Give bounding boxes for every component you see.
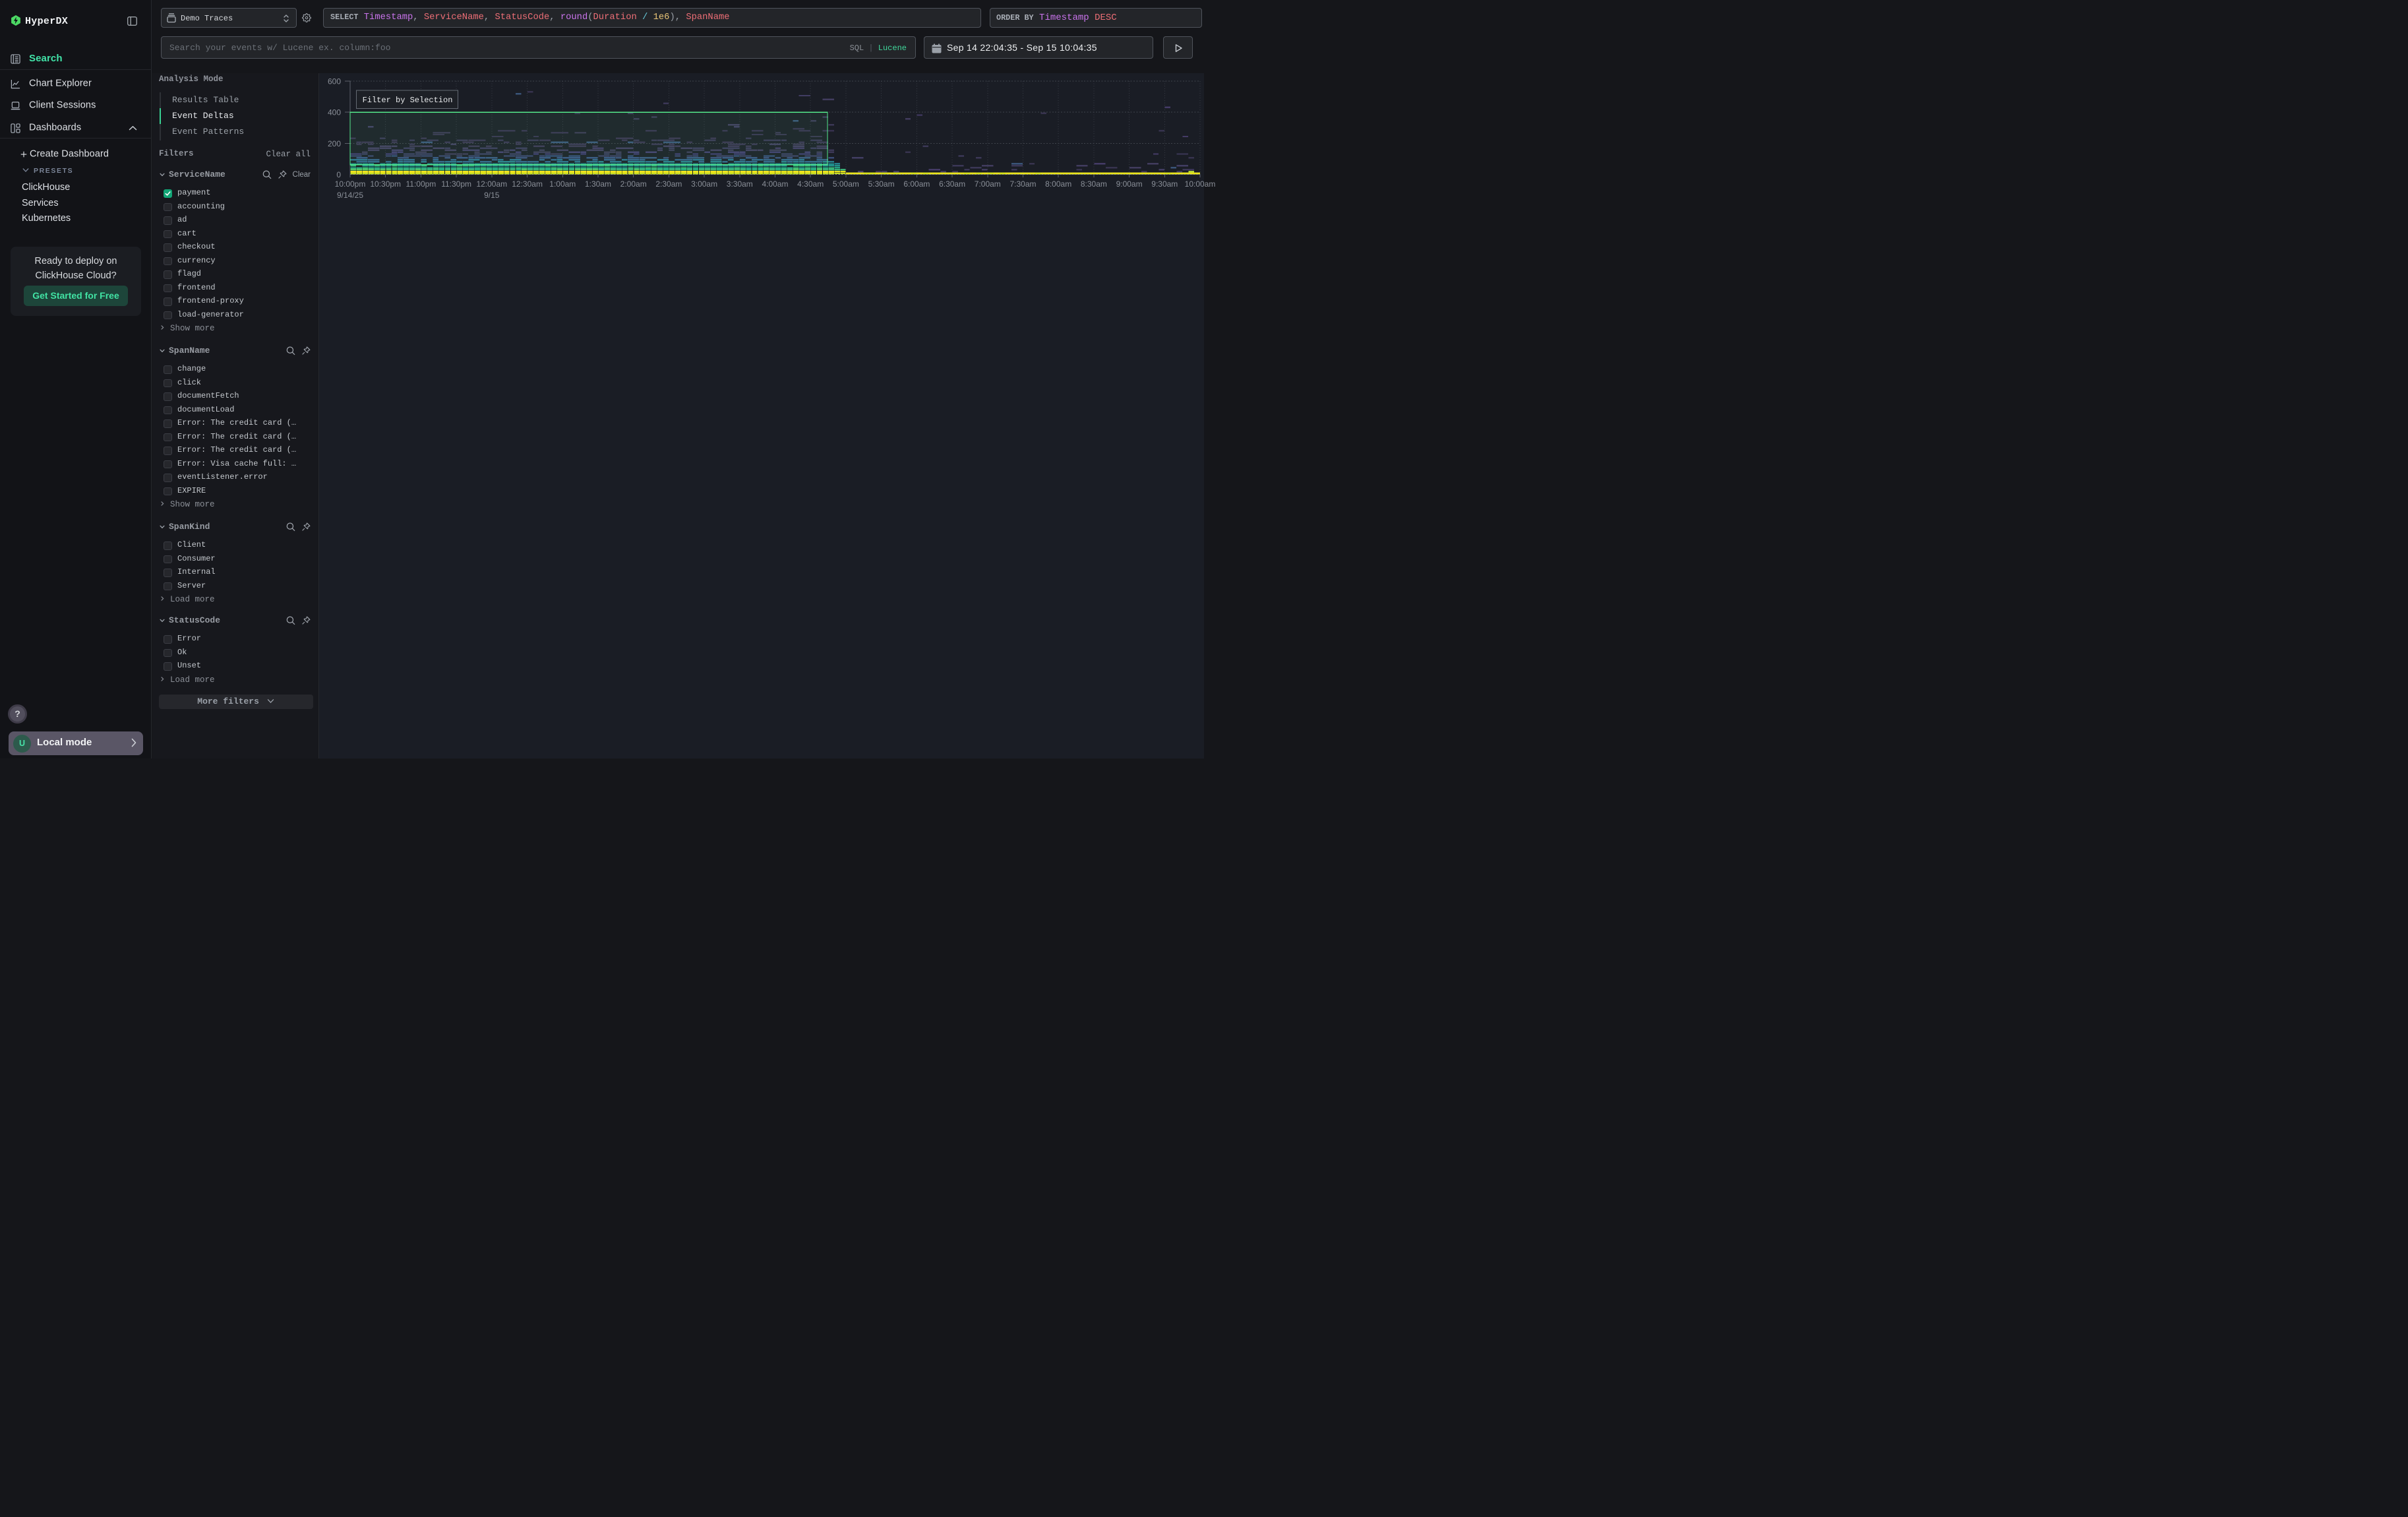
svg-text:400: 400 (328, 108, 341, 117)
svg-text:8:00am: 8:00am (1045, 179, 1071, 189)
svg-text:200: 200 (328, 139, 341, 148)
svg-text:6:00am: 6:00am (903, 179, 930, 189)
svg-text:7:00am: 7:00am (975, 179, 1001, 189)
svg-text:7:30am: 7:30am (1009, 179, 1036, 189)
svg-text:1:30am: 1:30am (585, 179, 611, 189)
svg-text:9/14/25: 9/14/25 (337, 191, 363, 200)
svg-text:5:30am: 5:30am (868, 179, 895, 189)
svg-text:4:00am: 4:00am (762, 179, 788, 189)
svg-text:2:00am: 2:00am (620, 179, 647, 189)
svg-text:3:30am: 3:30am (727, 179, 753, 189)
svg-text:10:00am: 10:00am (1185, 179, 1216, 189)
svg-text:5:00am: 5:00am (833, 179, 859, 189)
svg-text:1:00am: 1:00am (549, 179, 576, 189)
svg-text:9/15: 9/15 (484, 191, 500, 200)
svg-text:11:00pm: 11:00pm (406, 179, 436, 189)
svg-text:9:00am: 9:00am (1116, 179, 1143, 189)
svg-text:600: 600 (328, 77, 341, 86)
svg-text:12:00am: 12:00am (476, 179, 507, 189)
svg-text:11:30pm: 11:30pm (441, 179, 471, 189)
svg-text:12:30am: 12:30am (512, 179, 543, 189)
svg-text:10:00pm: 10:00pm (335, 179, 366, 189)
svg-text:0: 0 (336, 170, 341, 179)
svg-text:6:30am: 6:30am (939, 179, 965, 189)
svg-text:10:30pm: 10:30pm (370, 179, 401, 189)
svg-text:3:00am: 3:00am (691, 179, 717, 189)
svg-text:4:30am: 4:30am (797, 179, 824, 189)
svg-text:Filter by Selection: Filter by Selection (363, 96, 453, 105)
svg-text:9:30am: 9:30am (1151, 179, 1178, 189)
svg-text:8:30am: 8:30am (1081, 179, 1107, 189)
svg-text:2:30am: 2:30am (655, 179, 682, 189)
